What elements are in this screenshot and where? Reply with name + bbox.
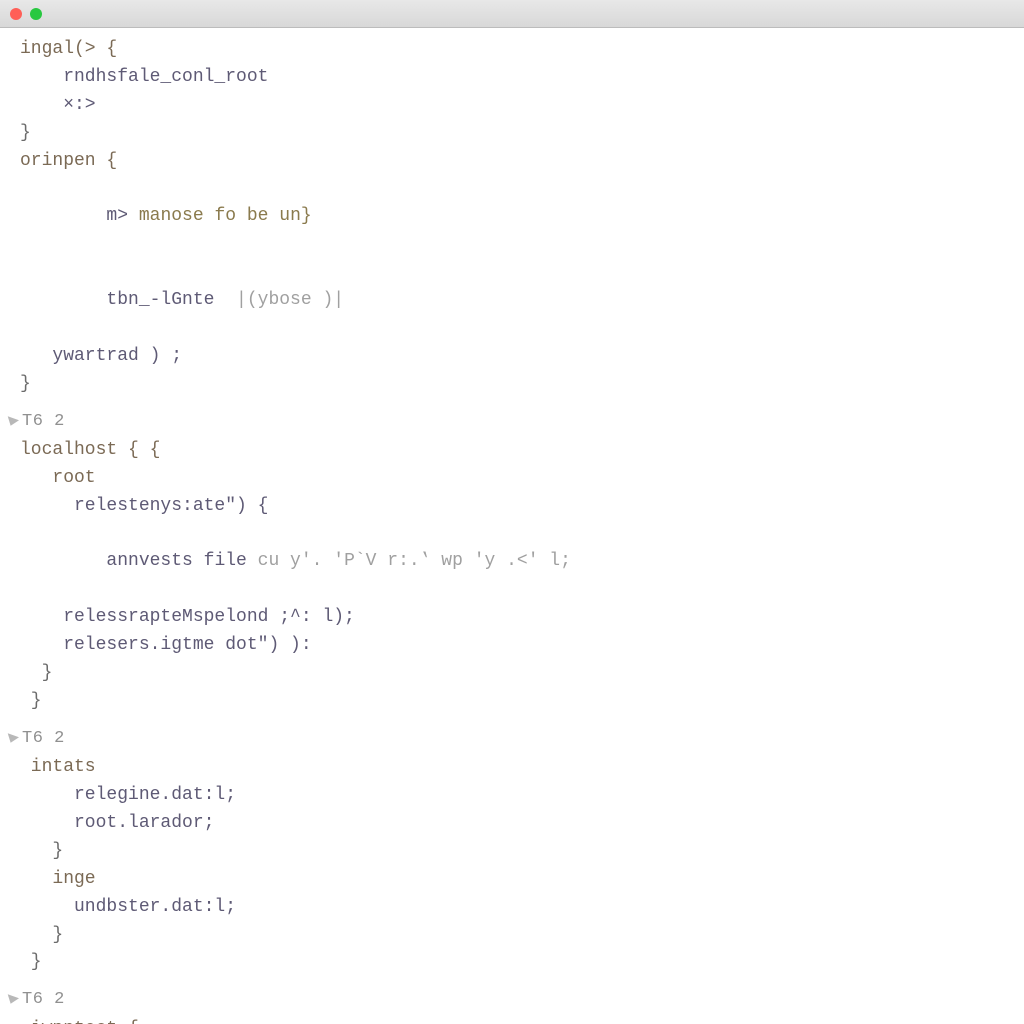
minimize-icon[interactable] bbox=[30, 8, 42, 20]
code-line: iwpntect { bbox=[20, 1019, 139, 1024]
code-line: ×:> bbox=[20, 95, 96, 115]
code-line: rndhsfale_conl_root bbox=[20, 67, 268, 87]
section-marker-label: T6 2 bbox=[22, 409, 65, 435]
pin-icon bbox=[5, 995, 19, 1007]
code-line: root bbox=[20, 468, 96, 488]
window-titlebar bbox=[0, 0, 1024, 28]
close-icon[interactable] bbox=[10, 8, 22, 20]
code-fragment: |(ybose )| bbox=[236, 290, 344, 310]
code-line: relestenys:ate") { bbox=[20, 496, 268, 516]
code-line: intats bbox=[20, 757, 96, 777]
pin-icon bbox=[5, 416, 19, 428]
code-line: orinpen { bbox=[20, 151, 117, 171]
code-literal: manose fo be un} bbox=[139, 206, 312, 226]
section-marker-label: T6 2 bbox=[22, 726, 65, 752]
code-line: m> bbox=[63, 206, 139, 226]
code-line: inge bbox=[20, 869, 96, 889]
code-line: root.larador; bbox=[20, 813, 214, 833]
code-editor[interactable]: ingal(> { rndhsfale_conl_root ×:> } orin… bbox=[0, 28, 1024, 1024]
code-fragment: cu y'. 'P`V r:.‛ wp 'y .<' l; bbox=[258, 551, 571, 571]
section-marker: T6 2 bbox=[6, 726, 1014, 752]
section-marker-label: T6 2 bbox=[22, 987, 65, 1013]
code-line: } bbox=[20, 663, 52, 683]
code-line: ywartrad ) ; bbox=[20, 346, 182, 366]
code-line: relessrapteMspelond ;^: l); bbox=[20, 607, 355, 627]
pin-icon bbox=[5, 733, 19, 745]
code-line: ingal(> { bbox=[20, 39, 117, 59]
section-marker: T6 2 bbox=[6, 987, 1014, 1013]
code-line: undbster.dat:l; bbox=[20, 897, 236, 917]
section-marker: T6 2 bbox=[6, 409, 1014, 435]
code-line: annvests file bbox=[63, 551, 257, 571]
code-line: } bbox=[20, 952, 42, 972]
code-line: relegine.dat:l; bbox=[20, 785, 236, 805]
code-line: } bbox=[20, 691, 42, 711]
code-line: tbn_-lGnte bbox=[63, 290, 236, 310]
code-line: relesers.igtme dot") ): bbox=[20, 635, 312, 655]
code-line: } bbox=[20, 925, 63, 945]
code-line: } bbox=[20, 123, 31, 143]
code-line: } bbox=[20, 374, 31, 394]
code-line: } bbox=[20, 841, 63, 861]
code-line: localhost { { bbox=[20, 440, 160, 460]
